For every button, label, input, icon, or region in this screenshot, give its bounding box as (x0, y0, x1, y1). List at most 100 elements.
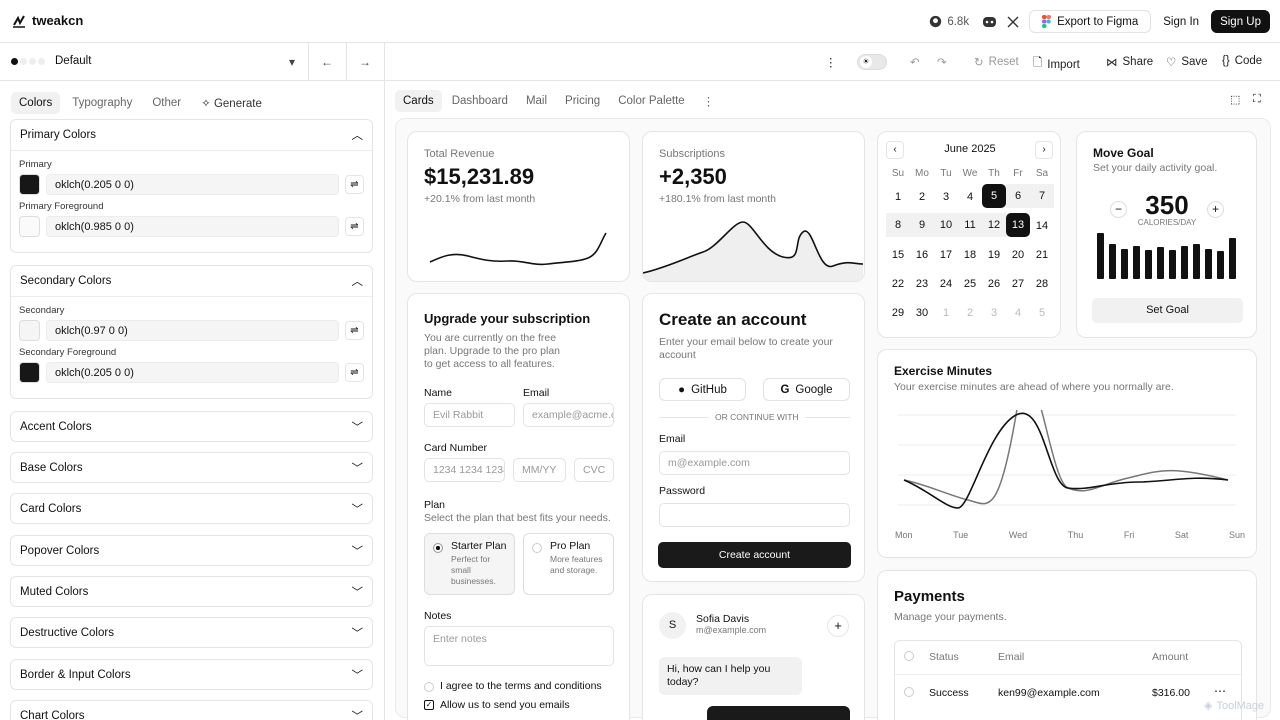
calendar-day[interactable]: 14 (1030, 211, 1054, 240)
notes-textarea[interactable]: Enter notes (424, 626, 614, 666)
calendar-day[interactable]: 8 (886, 213, 910, 237)
more-vertical-icon[interactable]: ⋮ (825, 55, 837, 69)
x-twitter-icon[interactable] (1005, 14, 1021, 30)
calendar-day[interactable]: 11 (958, 213, 982, 237)
calendar-day[interactable]: 24 (934, 269, 958, 298)
link-icon[interactable]: ⇌ (345, 217, 364, 236)
calendar-day[interactable]: 12 (982, 213, 1006, 237)
calendar-day[interactable]: 2 (910, 182, 934, 211)
google-button[interactable]: G Google (763, 378, 850, 401)
calendar-day[interactable]: 4 (1006, 298, 1030, 327)
calendar-day[interactable]: 20 (1006, 240, 1030, 269)
share-button[interactable]: ⋈ Share (1106, 55, 1153, 69)
chart-colors-panel[interactable]: Chart Colors ﹀ (10, 700, 373, 720)
calendar-day[interactable]: 15 (886, 240, 910, 269)
add-user-button[interactable]: + (827, 615, 849, 637)
calendar-day[interactable]: 28 (1030, 269, 1054, 298)
tab-colors[interactable]: Colors (11, 92, 61, 114)
cvc-input[interactable]: CVC (574, 458, 614, 482)
calendar-day[interactable]: 6 (1006, 184, 1030, 208)
popover-colors-panel[interactable]: Popover Colors ﹀ (10, 535, 373, 566)
calendar-day[interactable]: 25 (958, 269, 982, 298)
github-stars-link[interactable]: 6.8k (929, 15, 969, 28)
color-swatch[interactable] (19, 362, 40, 383)
tab-typography[interactable]: Typography (64, 92, 140, 114)
redo-icon[interactable]: ↷ (937, 55, 947, 69)
calendar-day[interactable]: 30 (910, 298, 934, 327)
color-value-input[interactable]: oklch(0.205 0 0) (46, 174, 339, 195)
arrow-right-icon[interactable]: → (357, 54, 373, 70)
secondary-colors-header[interactable]: Secondary Colors ︿ (11, 266, 372, 296)
calendar-day[interactable]: 1 (886, 182, 910, 211)
calendar-day[interactable]: 2 (958, 298, 982, 327)
radio-unselected[interactable] (532, 543, 542, 553)
primary-colors-header[interactable]: Primary Colors ︿ (11, 120, 372, 150)
calendar-day[interactable]: 23 (910, 269, 934, 298)
undo-icon[interactable]: ↶ (910, 55, 920, 69)
tab-other[interactable]: Other (144, 92, 189, 114)
starter-plan-option[interactable]: Starter Plan Perfect for small businesse… (424, 533, 515, 595)
expiry-input[interactable]: MM/YY (513, 458, 566, 482)
next-month-button[interactable]: › (1035, 141, 1053, 159)
destructive-colors-panel[interactable]: Destructive Colors ﹀ (10, 617, 373, 648)
card-colors-panel[interactable]: Card Colors ﹀ (10, 493, 373, 524)
email-input[interactable]: example@acme.com (523, 403, 614, 427)
tab-cards[interactable]: Cards (395, 90, 442, 112)
border-input-colors-panel[interactable]: Border & Input Colors ﹀ (10, 659, 373, 690)
dark-mode-toggle[interactable]: ☀ (857, 54, 887, 70)
base-colors-panel[interactable]: Base Colors ﹀ (10, 452, 373, 483)
calendar-day[interactable]: 16 (910, 240, 934, 269)
tab-mail[interactable]: Mail (518, 90, 555, 112)
calendar-day-selected[interactable]: 13 (1006, 213, 1030, 237)
link-icon[interactable]: ⇌ (345, 363, 364, 382)
terms-checkbox[interactable] (424, 682, 434, 692)
link-icon[interactable]: ⇌ (345, 175, 364, 194)
calendar-day[interactable]: 4 (958, 182, 982, 211)
export-figma-button[interactable]: Export to Figma (1029, 10, 1152, 33)
card-number-input[interactable]: 1234 1234 1234 1234 (424, 458, 505, 482)
color-swatch[interactable] (19, 174, 40, 195)
color-swatch[interactable] (19, 320, 40, 341)
inspect-icon[interactable]: ⬚ (1230, 93, 1240, 106)
row-checkbox[interactable] (904, 687, 914, 697)
app-logo[interactable]: tweakcn (12, 13, 83, 28)
reset-button[interactable]: ↻ Reset (974, 55, 1019, 69)
save-button[interactable]: ♡ Save (1166, 55, 1208, 69)
github-button[interactable]: ● GitHub (659, 378, 746, 401)
set-goal-button[interactable]: Set Goal (1092, 298, 1243, 323)
create-account-button[interactable]: Create account (658, 542, 851, 568)
muted-colors-panel[interactable]: Muted Colors ﹀ (10, 576, 373, 607)
tab-generate[interactable]: ✧ Generate (193, 91, 270, 115)
calendar-day-selected[interactable]: 5 (982, 184, 1006, 208)
color-swatch[interactable] (19, 216, 40, 237)
calendar-day[interactable]: 22 (886, 269, 910, 298)
pro-plan-option[interactable]: Pro Plan More features and storage. (523, 533, 614, 595)
calendar-day[interactable]: 1 (934, 298, 958, 327)
calendar-day[interactable]: 17 (934, 240, 958, 269)
calendar-day[interactable]: 3 (982, 298, 1006, 327)
calendar-day[interactable]: 10 (934, 213, 958, 237)
fullscreen-icon[interactable]: ⛶ (1253, 93, 1261, 106)
calendar-day[interactable]: 29 (886, 298, 910, 327)
name-input[interactable]: Evil Rabbit (424, 403, 515, 427)
minus-button[interactable]: − (1110, 201, 1127, 218)
calendar-day[interactable]: 21 (1030, 240, 1054, 269)
chevron-down-icon[interactable]: ▾ (284, 54, 300, 70)
calendar-day[interactable]: 19 (982, 240, 1006, 269)
calendar-day[interactable]: 26 (982, 269, 1006, 298)
discord-icon[interactable] (981, 14, 997, 30)
calendar-day[interactable]: 18 (958, 240, 982, 269)
calendar-day[interactable]: 3 (934, 182, 958, 211)
calendar-day[interactable]: 27 (1006, 269, 1030, 298)
emails-checkbox[interactable]: ✓ (424, 700, 434, 710)
code-button[interactable]: {} Code (1222, 55, 1262, 67)
row-more-icon[interactable]: ⋯ (1214, 684, 1226, 698)
tab-color-palette[interactable]: Color Palette (610, 90, 692, 112)
color-value-input[interactable]: oklch(0.97 0 0) (46, 320, 339, 341)
arrow-left-icon[interactable]: ← (319, 54, 335, 70)
sign-up-button[interactable]: Sign Up (1211, 10, 1270, 33)
sign-in-button[interactable]: Sign In (1159, 16, 1203, 28)
tab-dashboard[interactable]: Dashboard (444, 90, 516, 112)
calendar-day[interactable]: 7 (1030, 184, 1054, 208)
account-email-input[interactable]: m@example.com (659, 451, 850, 475)
